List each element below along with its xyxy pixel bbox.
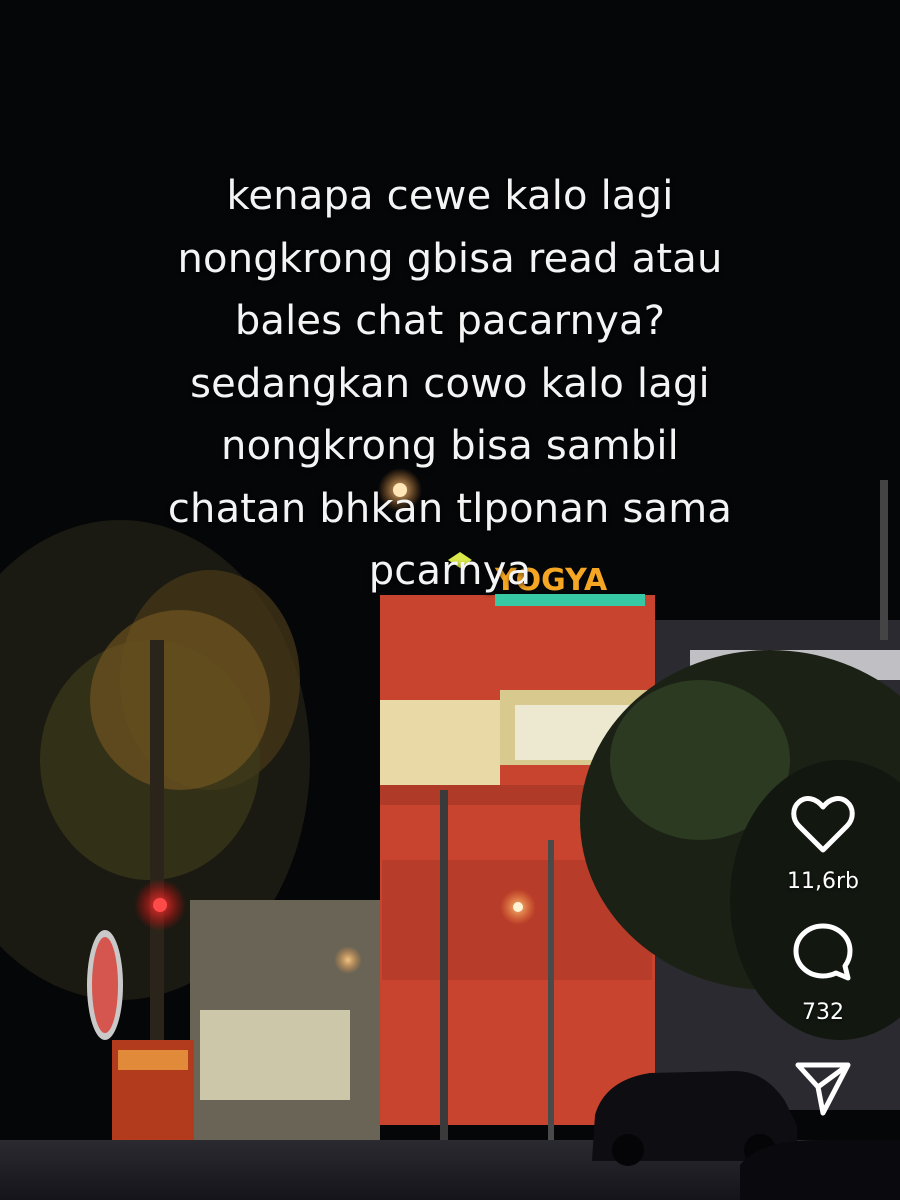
- comment-bubble-icon: [793, 923, 853, 981]
- send-paper-plane-icon: [795, 1062, 851, 1116]
- share-button[interactable]: [792, 1057, 854, 1119]
- caption-line: nongkrong gbisa read atau: [177, 235, 723, 282]
- caption-line: nongkrong bisa sambil: [221, 423, 679, 469]
- video-caption: kenapa cewe kalo lagi nongkrong gbisa re…: [70, 165, 830, 603]
- caption-line: sedangkan cowo kalo lagi: [190, 360, 710, 407]
- comment-count: 732: [802, 1000, 844, 1025]
- like-button[interactable]: 11,6rb: [787, 795, 859, 894]
- heart-icon: [791, 796, 855, 853]
- caption-line: kenapa cewe kalo lagi: [226, 173, 674, 219]
- comment-button[interactable]: 732: [790, 920, 856, 1025]
- caption-line: chatan bhkan tlponan sama: [167, 485, 733, 532]
- caption-line: pcarnya: [368, 548, 532, 594]
- like-count: 11,6rb: [787, 869, 859, 894]
- caption-line: bales chat pacarnya?: [234, 298, 666, 344]
- action-rail: 11,6rb 732: [768, 795, 878, 1145]
